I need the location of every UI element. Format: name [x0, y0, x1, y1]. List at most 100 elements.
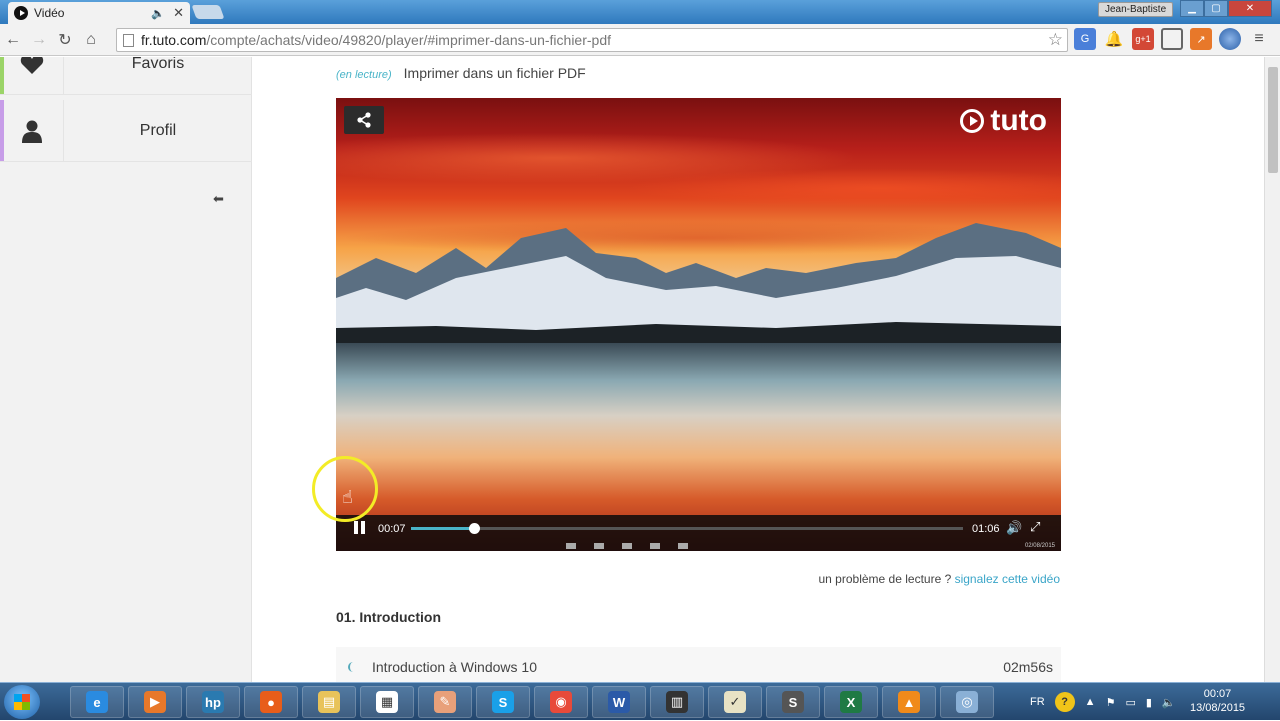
device-icon[interactable]: ▭: [1125, 696, 1135, 709]
hand-cursor-icon: ☝: [342, 487, 353, 507]
minimize-icon[interactable]: ▁: [1180, 0, 1204, 17]
report-link[interactable]: signalez cette vidéo: [955, 572, 1060, 586]
chrome-icon: ◉: [550, 691, 572, 713]
system-tray: FR ? ▲ ⚑ ▭ ▮ 🔈: [1030, 683, 1176, 721]
video-taskbar-strip: [336, 541, 1061, 551]
taskbar-app-paint[interactable]: ✎: [418, 686, 472, 718]
windows-taskbar: e ▶ hp ● ▤ ▦ ✎ S ◉ W ▥ ✓ S X ▲ ◎ FR ? ▲ ⚑ ▭ ▮ 🔈 00:07 1…: [0, 682, 1280, 720]
video-datestamp: 02/08/2015: [1024, 543, 1055, 549]
translate-icon[interactable]: G: [1074, 28, 1096, 50]
report-prefix: un problème de lecture ?: [818, 572, 952, 586]
pause-button[interactable]: [354, 521, 368, 535]
menu-icon[interactable]: ≡: [1248, 28, 1270, 50]
language-indicator[interactable]: FR: [1030, 696, 1045, 708]
lesson-name: Introduction à Windows 10: [372, 659, 537, 675]
taskbar-app-chrome[interactable]: ◉: [534, 686, 588, 718]
volume-icon[interactable]: 🔊: [1006, 520, 1022, 536]
address-bar[interactable]: fr.tuto.com /compte/achats/video/49820/p…: [116, 28, 1068, 52]
progress-handle[interactable]: [469, 523, 481, 534]
taskbar-app-firefox[interactable]: ●: [244, 686, 298, 718]
word-icon: W: [608, 691, 630, 713]
skype-icon: S: [492, 691, 514, 713]
bookmark-star-icon[interactable]: ☆: [1048, 30, 1063, 50]
lesson-row[interactable]: Introduction à Windows 10 02m56s: [336, 647, 1061, 682]
sidebar-item-label: Favoris: [131, 57, 185, 72]
url-path: /compte/achats/video/49820/player/#impri…: [206, 32, 611, 48]
taskbar-app-s-app[interactable]: S: [766, 686, 820, 718]
taskbar-app-app-grid[interactable]: ▦: [360, 686, 414, 718]
reload-icon[interactable]: ↻: [52, 27, 78, 53]
cast-icon[interactable]: [1161, 28, 1183, 50]
video-editor-icon: ▥: [666, 691, 688, 713]
tab-bar: Vidéo 🔈 ✕ Jean-Baptiste ▁ ▢ ✕: [0, 0, 1280, 24]
taskbar-app-skype[interactable]: S: [476, 686, 530, 718]
taskbar-app-excel[interactable]: X: [824, 686, 878, 718]
url-host: fr.tuto.com: [141, 32, 207, 48]
taskbar-app-internet-explorer[interactable]: e: [70, 686, 124, 718]
video-frame: [336, 98, 1061, 551]
tab-title: Vidéo: [34, 6, 65, 20]
logo-text: tuto: [990, 104, 1047, 137]
taskbar-clock[interactable]: 00:07 13/08/2015: [1190, 687, 1245, 715]
playing-status: (en lecture): [336, 69, 392, 81]
user-icon: [0, 100, 64, 161]
lesson-duration: 02m56s: [1003, 659, 1053, 675]
player-controls: 00:07 01:06 🔊 ⤢ 02/08/2015: [336, 515, 1061, 551]
profile-badge[interactable]: Jean-Baptiste: [1098, 2, 1174, 17]
google-plus-icon[interactable]: g+1: [1132, 28, 1154, 50]
chapter-title: 01. Introduction: [336, 609, 441, 625]
volume-tray-icon[interactable]: 🔈: [1162, 696, 1176, 709]
browser-tab[interactable]: Vidéo 🔈 ✕: [8, 2, 190, 24]
page-icon: [123, 33, 134, 47]
flag-icon[interactable]: ⚑: [1106, 696, 1116, 709]
back-icon[interactable]: ←: [0, 27, 26, 53]
page-scrollbar[interactable]: [1264, 57, 1280, 682]
fullscreen-icon[interactable]: ⤢: [1030, 519, 1040, 535]
sidebar-accent: [0, 57, 4, 94]
taskbar-app-video-editor[interactable]: ▥: [650, 686, 704, 718]
sidebar-item-profil[interactable]: Profil: [0, 100, 252, 162]
video-player[interactable]: tuto 00:07 01:06 🔊 ⤢ 02/08/2015: [336, 98, 1061, 551]
extension-icons: G 🔔 g+1 ↗ ≡: [1074, 28, 1270, 50]
taskbar-app-media-player[interactable]: ▶: [128, 686, 182, 718]
start-button[interactable]: [4, 685, 40, 719]
internet-explorer-icon: e: [86, 691, 108, 713]
sidebar-item-favoris[interactable]: Favoris: [0, 57, 252, 95]
globe-icon[interactable]: [1219, 28, 1241, 50]
close-tab-icon[interactable]: ✕: [173, 5, 184, 21]
tray-arrow-icon[interactable]: ▲: [1085, 696, 1096, 708]
bell-icon[interactable]: 🔔: [1103, 28, 1125, 50]
sidebar-accent: [0, 100, 4, 161]
speaker-icon[interactable]: 🔈: [151, 7, 165, 20]
chart-ext-icon[interactable]: ↗: [1190, 28, 1212, 50]
taskbar-app-hp[interactable]: hp: [186, 686, 240, 718]
window-controls: ▁ ▢ ✕: [1180, 0, 1272, 17]
now-playing-header: (en lecture) Imprimer dans un fichier PD…: [336, 65, 586, 81]
taskbar-app-disc-app[interactable]: ◎: [940, 686, 994, 718]
arrow-left-icon[interactable]: ⬅: [213, 191, 224, 207]
forward-icon[interactable]: →: [26, 27, 52, 53]
taskbar-app-explorer[interactable]: ▤: [302, 686, 356, 718]
current-time: 00:07: [378, 523, 406, 535]
progress-fill: [411, 527, 475, 530]
home-icon[interactable]: ⌂: [78, 27, 104, 53]
maximize-icon[interactable]: ▢: [1204, 0, 1228, 17]
scrollbar-thumb[interactable]: [1268, 67, 1278, 173]
taskbar-app-notepad[interactable]: ✓: [708, 686, 762, 718]
taskbar-app-word[interactable]: W: [592, 686, 646, 718]
disc-app-icon: ◎: [956, 691, 978, 713]
s-app-icon: S: [782, 691, 804, 713]
share-button[interactable]: [344, 106, 384, 134]
new-tab-button[interactable]: [191, 5, 225, 19]
sidebar-item-label: Profil: [139, 121, 177, 139]
heart-icon: [0, 57, 64, 94]
taskbar-app-vlc[interactable]: ▲: [882, 686, 936, 718]
clock-date: 13/08/2015: [1190, 702, 1246, 714]
mountains: [336, 223, 1061, 348]
close-window-icon[interactable]: ✕: [1228, 0, 1272, 17]
app-grid-icon: ▦: [376, 691, 398, 713]
network-icon[interactable]: ▮: [1146, 696, 1152, 709]
help-icon[interactable]: ?: [1054, 692, 1075, 712]
progress-bar[interactable]: [411, 523, 963, 534]
tuto-favicon-icon: [14, 6, 28, 20]
